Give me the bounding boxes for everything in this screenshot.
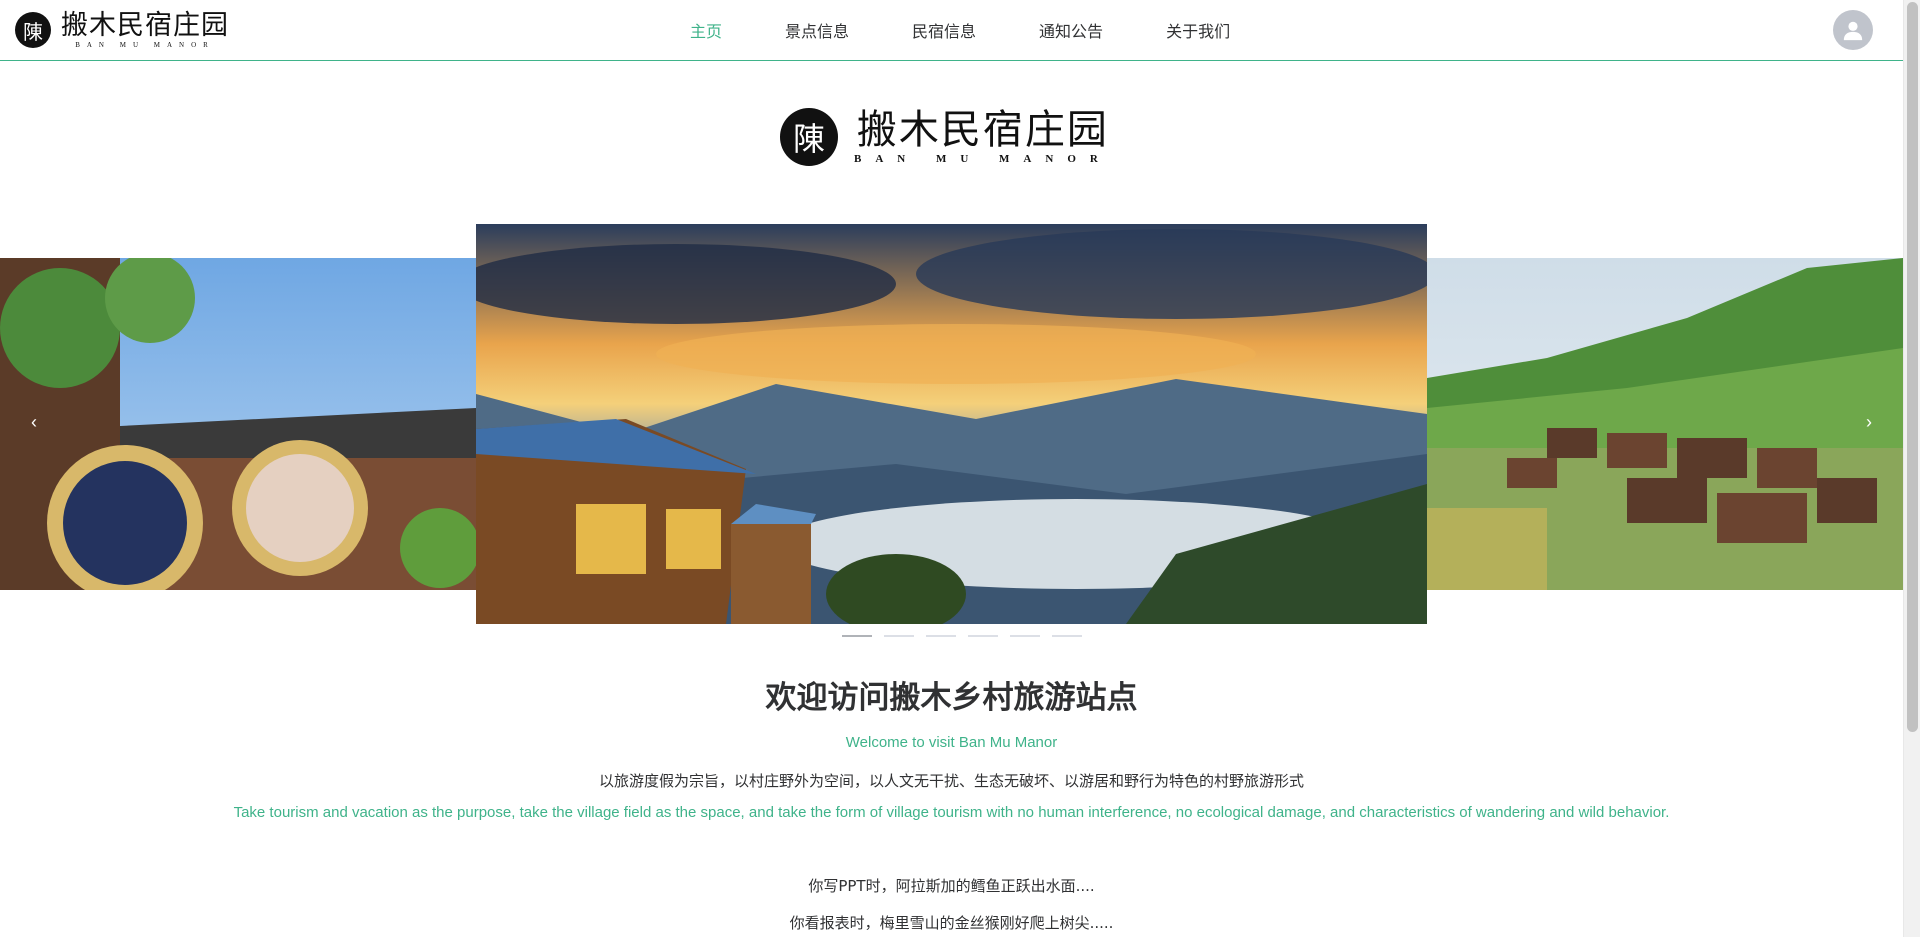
carousel-indicator-5[interactable] [1010,635,1040,637]
brand-name-en: BAN MU MANOR [854,153,1112,165]
village-masks-image [0,258,476,590]
tagline-1: 你写PPT时，阿拉斯加的鳕鱼正跃出水面.... [808,877,1095,895]
user-icon [1843,21,1863,41]
nav-notices[interactable]: 通知公告 [1019,18,1123,42]
carousel-next-button[interactable]: › [1857,410,1881,434]
main-nav: 主页 景点信息 民宿信息 通知公告 关于我们 [670,0,1273,60]
top-header: 陳 搬木民宿庄园 BAN MU MANOR 主页 景点信息 民宿信息 通知公告 … [0,0,1903,61]
description-en: Take tourism and vacation as the purpose… [233,804,1670,821]
logo-name-en: BAN MU MANOR [75,40,215,49]
chevron-right-icon: › [1866,411,1872,432]
brand-logo: 陳 搬木民宿庄园 BAN MU MANOR [780,108,1112,166]
brand-emblem: 陳 [780,108,838,166]
page-scrollbar[interactable] [1903,0,1920,937]
carousel-prev-button[interactable]: ‹ [22,410,46,434]
carousel-indicator-1[interactable] [842,635,872,637]
chevron-left-icon: ‹ [31,411,37,432]
carousel-slide-prev[interactable] [0,258,476,590]
welcome-title: 欢迎访问搬木乡村旅游站点 [765,680,1138,716]
carousel-slide-next[interactable] [1427,258,1903,590]
carousel-indicator-4[interactable] [968,635,998,637]
village-valley-image [1427,258,1903,590]
carousel-indicator-3[interactable] [926,635,956,637]
carousel-slide-active[interactable] [476,224,1427,624]
logo-name-cn: 搬木民宿庄园 [61,9,229,41]
welcome-subtitle: Welcome to visit Ban Mu Manor [845,734,1058,751]
image-carousel: ‹ › [0,224,1903,624]
scrollbar-thumb[interactable] [1907,2,1918,732]
carousel-indicator-6[interactable] [1052,635,1082,637]
nav-homestays[interactable]: 民宿信息 [892,18,996,42]
nav-attractions[interactable]: 景点信息 [765,18,869,42]
logo-text: 搬木民宿庄园 BAN MU MANOR [61,9,229,49]
logo-emblem: 陳 [15,12,51,48]
carousel-indicator-2[interactable] [884,635,914,637]
description-cn: 以旅游度假为宗旨，以村庄野外为空间，以人文无干扰、生态无破坏、以游居和野行为特色… [598,772,1304,790]
user-avatar[interactable] [1833,10,1873,50]
brand-name-cn: 搬木民宿庄园 [856,107,1109,153]
carousel-indicators [842,635,1094,637]
brand-text: 搬木民宿庄园 BAN MU MANOR [854,109,1112,165]
mountain-sunset-image [476,224,1427,624]
nav-about[interactable]: 关于我们 [1146,18,1250,42]
nav-home[interactable]: 主页 [670,18,742,42]
header-logo[interactable]: 陳 搬木民宿庄园 BAN MU MANOR [15,10,229,50]
tagline-2: 你看报表时，梅里雪山的金丝猴刚好爬上树尖..... [789,914,1114,932]
